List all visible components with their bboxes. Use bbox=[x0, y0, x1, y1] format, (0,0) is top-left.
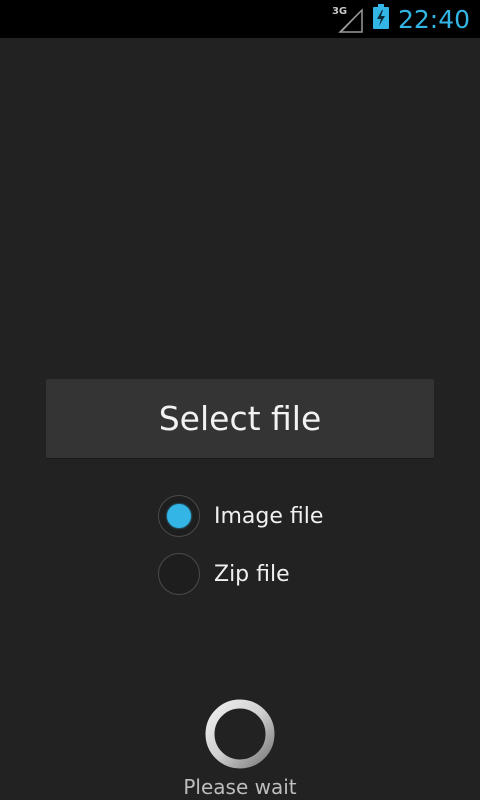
loading-spinner-icon bbox=[205, 699, 275, 769]
status-icons: 3G 22:40 bbox=[332, 0, 470, 38]
select-file-button-label: Select file bbox=[158, 399, 322, 438]
status-bar: 3G 22:40 bbox=[0, 0, 480, 38]
radio-button-unselected[interactable] bbox=[158, 553, 200, 595]
battery-charging-icon bbox=[372, 4, 390, 34]
radio-zip-file[interactable]: Zip file bbox=[158, 553, 290, 595]
select-file-button[interactable]: Select file bbox=[46, 379, 434, 458]
signal-icon: 3G bbox=[332, 4, 364, 34]
app-screen: 3G 22:40 Select file Image file Zip file… bbox=[0, 0, 480, 800]
radio-image-file[interactable]: Image file bbox=[158, 495, 323, 537]
radio-selected-dot bbox=[167, 504, 191, 528]
radio-label-zip-file[interactable]: Zip file bbox=[214, 562, 290, 587]
clock: 22:40 bbox=[397, 4, 470, 34]
radio-button-selected[interactable] bbox=[158, 495, 200, 537]
radio-label-image-file[interactable]: Image file bbox=[214, 504, 323, 529]
please-wait-text: Please wait bbox=[183, 775, 297, 799]
